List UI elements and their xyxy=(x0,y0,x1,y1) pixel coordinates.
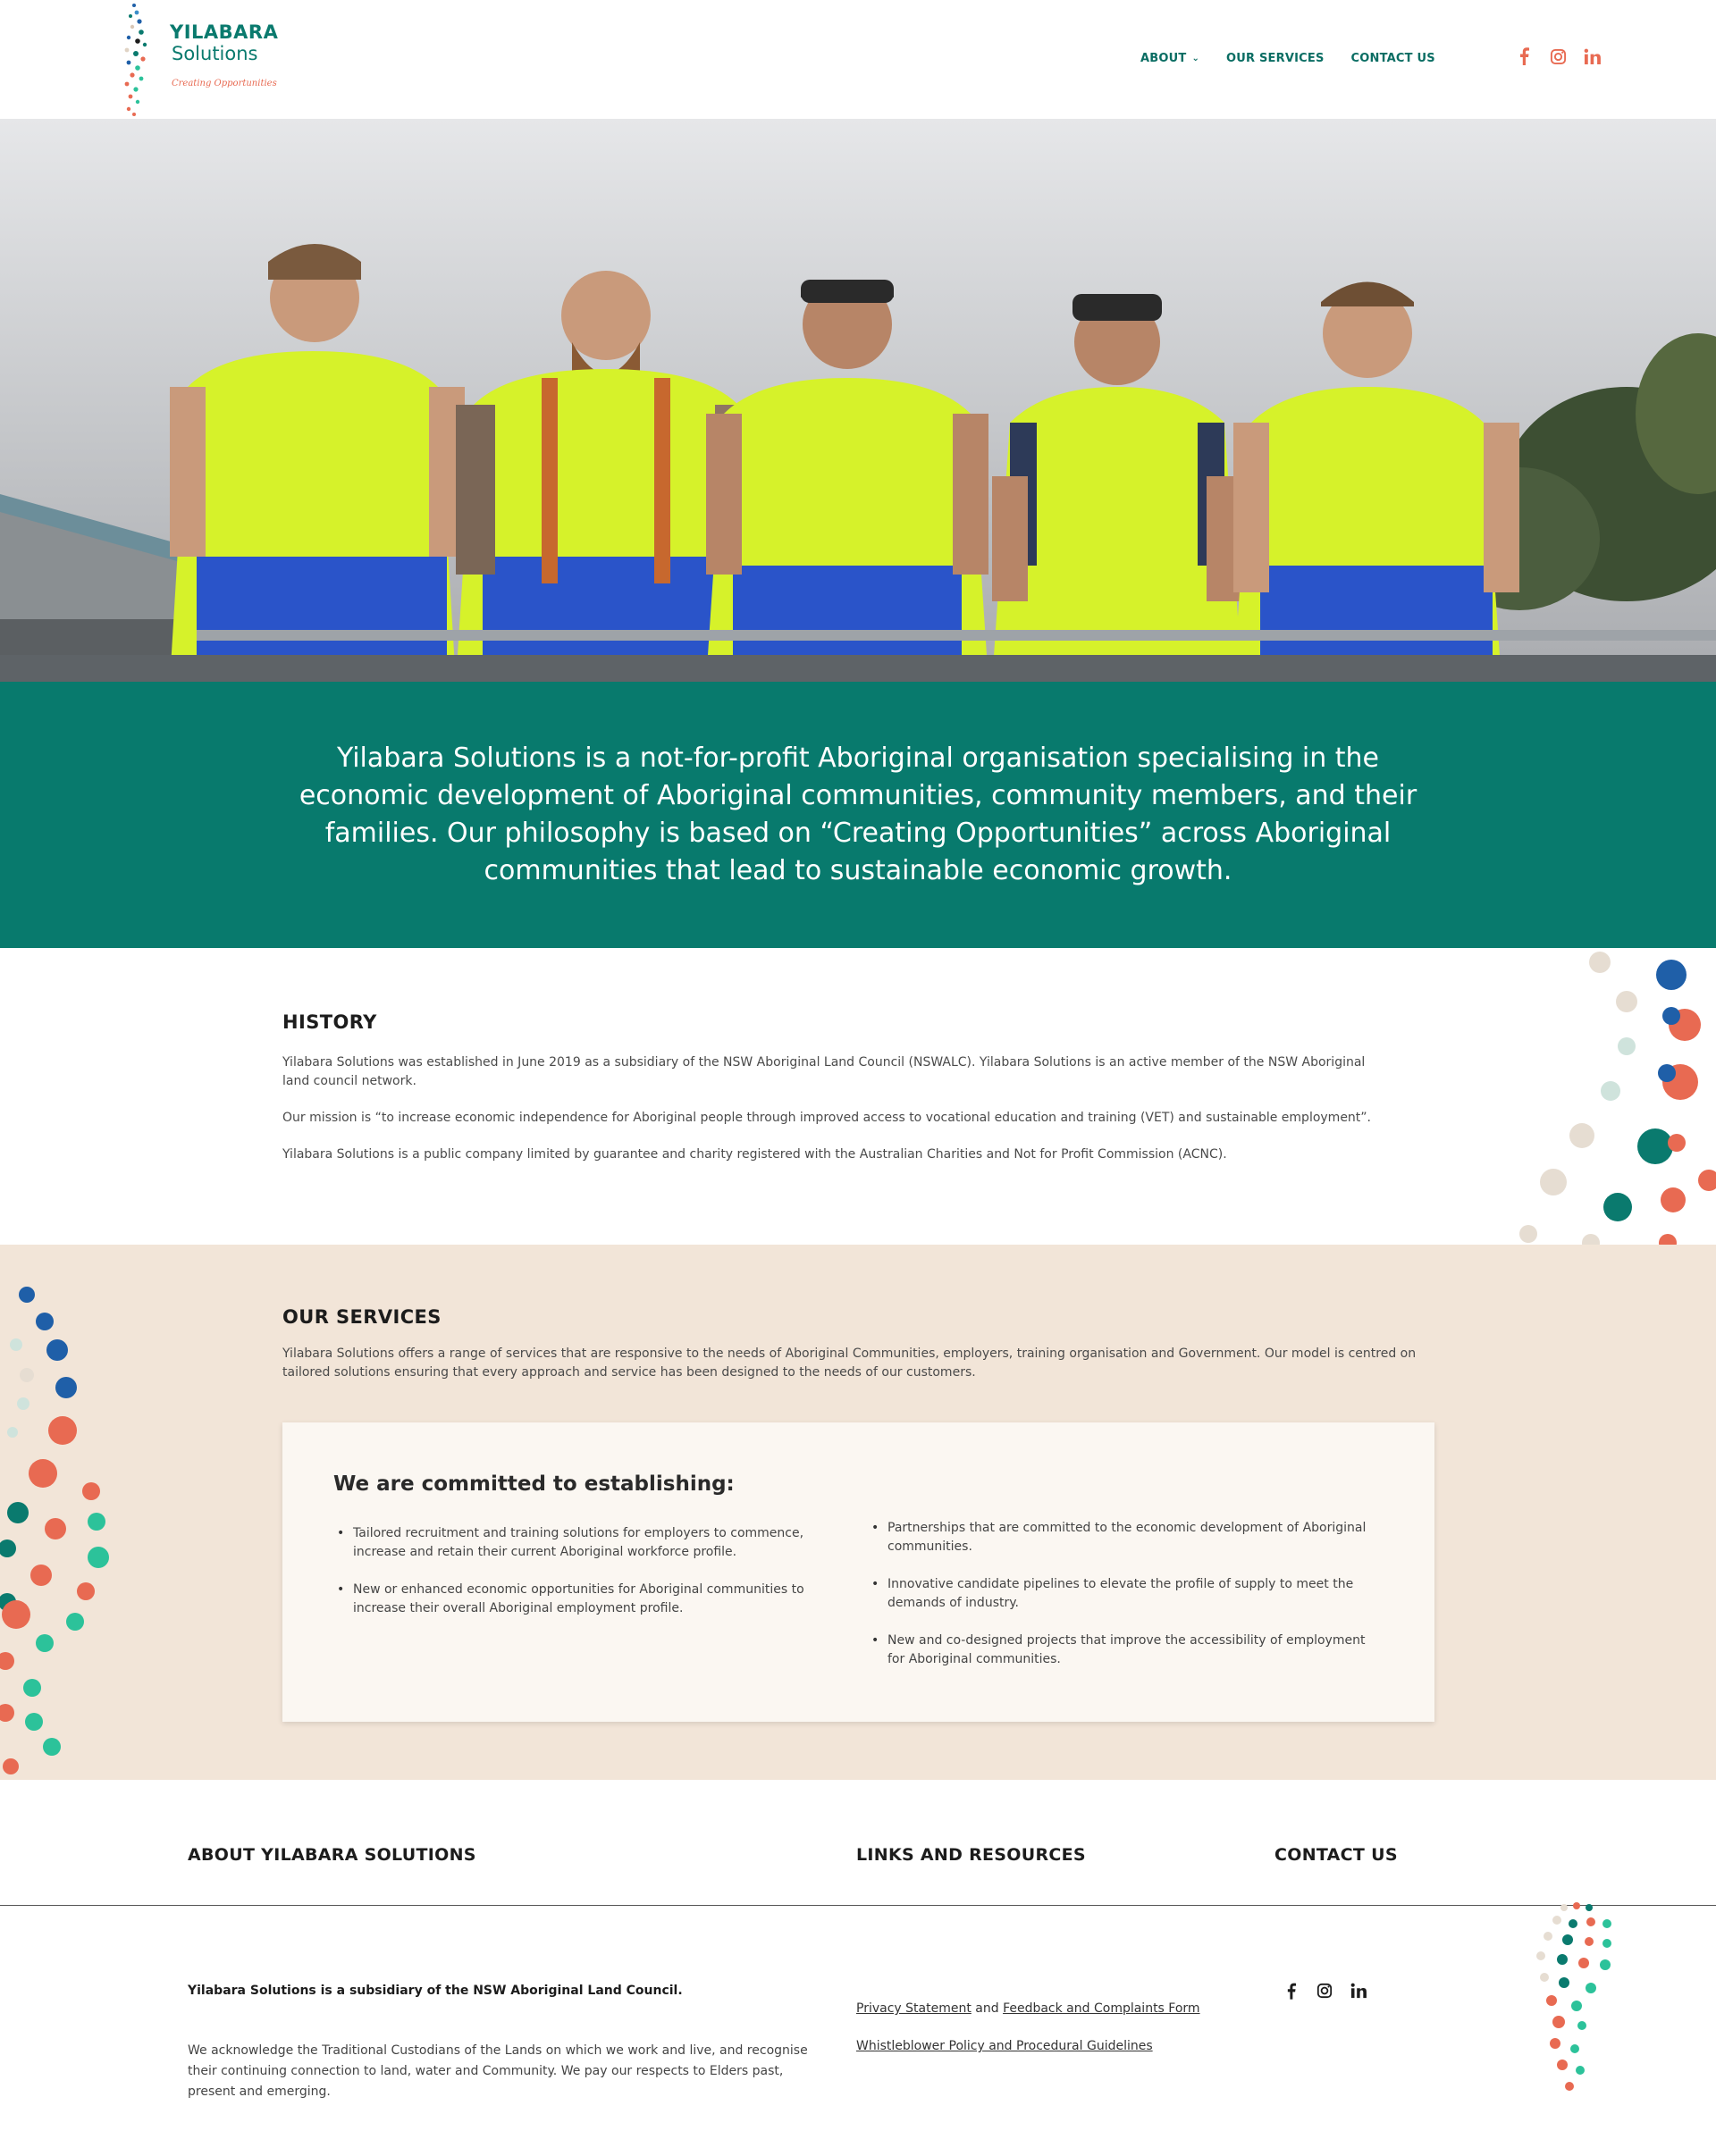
hero-image xyxy=(0,119,1716,682)
list-item: New and co-designed projects that improv… xyxy=(868,1632,1386,1669)
logo-tagline: Creating Opportunities xyxy=(172,79,277,88)
site-logo[interactable]: YILABARA Solutions Creating Opportunitie… xyxy=(114,0,293,119)
privacy-statement-link[interactable]: Privacy Statement xyxy=(856,2001,972,2016)
footer-divider xyxy=(0,1905,1716,1906)
header-social-links xyxy=(1514,46,1602,66)
commitments-list-right: Partnerships that are committed to the e… xyxy=(868,1519,1386,1688)
footer-social-links xyxy=(1282,1982,1367,2000)
facebook-icon[interactable] xyxy=(1514,46,1534,66)
footer-contact-title: CONTACT US xyxy=(1274,1845,1398,1865)
intro-statement: Yilabara Solutions is a not-for-profit A… xyxy=(299,742,1417,886)
commitments-list-left: Tailored recruitment and training soluti… xyxy=(333,1524,834,1637)
hero-illustration-workers xyxy=(0,119,1716,682)
main-nav: ABOUT ⌄ OUR SERVICES CONTACT US xyxy=(1140,52,1435,65)
services-title: OUR SERVICES xyxy=(282,1306,442,1328)
nav-contact-us[interactable]: CONTACT US xyxy=(1351,52,1435,65)
site-footer: ABOUT YILABARA SOLUTIONS LINKS AND RESOU… xyxy=(0,1780,1716,2156)
footer-subsidiary-text: Yilabara Solutions is a subsidiary of th… xyxy=(188,1984,683,1998)
whistleblower-policy-link[interactable]: Whistleblower Policy and Procedural Guid… xyxy=(856,2039,1153,2053)
history-section: HISTORY Yilabara Solutions was establish… xyxy=(0,948,1716,1245)
nav-our-services-label: OUR SERVICES xyxy=(1226,52,1325,65)
list-item: New or enhanced economic opportunities f… xyxy=(333,1581,834,1618)
nav-about[interactable]: ABOUT ⌄ xyxy=(1140,52,1199,65)
footer-acknowledgement: We acknowledge the Traditional Custodian… xyxy=(188,2043,808,2099)
facebook-icon[interactable] xyxy=(1282,1982,1300,2000)
decorative-dots-right xyxy=(1519,952,1716,1245)
list-item: Innovative candidate pipelines to elevat… xyxy=(868,1575,1386,1613)
history-paragraphs: Yilabara Solutions was established in Ju… xyxy=(282,1053,1382,1182)
instagram-icon[interactable] xyxy=(1316,1982,1333,2000)
linkedin-icon[interactable] xyxy=(1350,1982,1367,2000)
history-paragraph: Our mission is “to increase economic ind… xyxy=(282,1111,1371,1125)
logo-subtitle: Solutions xyxy=(172,43,258,64)
commitments-card: We are committed to establishing: Tailor… xyxy=(282,1422,1434,1722)
chevron-down-icon: ⌄ xyxy=(1191,54,1200,63)
history-paragraph: Yilabara Solutions was established in Ju… xyxy=(282,1055,1366,1088)
list-item: Partnerships that are committed to the e… xyxy=(868,1519,1386,1556)
list-item: Tailored recruitment and training soluti… xyxy=(333,1524,834,1562)
commitments-title: We are committed to establishing: xyxy=(333,1472,735,1496)
services-section: OUR SERVICES Yilabara Solutions offers a… xyxy=(0,1245,1716,1780)
footer-links-row-2: Whistleblower Policy and Procedural Guid… xyxy=(856,2039,1153,2053)
site-header: YILABARA Solutions Creating Opportunitie… xyxy=(0,0,1716,119)
footer-links-row-1: Privacy Statement and Feedback and Compl… xyxy=(856,2001,1200,2016)
history-paragraph: Yilabara Solutions is a public company l… xyxy=(282,1147,1227,1162)
nav-our-services[interactable]: OUR SERVICES xyxy=(1226,52,1324,65)
footer-links-title: LINKS AND RESOURCES xyxy=(856,1845,1086,1865)
logo-dots-mark xyxy=(124,4,147,116)
intro-band: Yilabara Solutions is a not-for-profit A… xyxy=(0,682,1716,948)
nav-about-label: ABOUT xyxy=(1140,52,1187,65)
history-title: HISTORY xyxy=(282,1011,377,1033)
services-intro: Yilabara Solutions offers a range of ser… xyxy=(282,1346,1417,1380)
footer-about-title: ABOUT YILABARA SOLUTIONS xyxy=(188,1845,476,1865)
feedback-complaints-link[interactable]: Feedback and Complaints Form xyxy=(1003,2001,1200,2016)
instagram-icon[interactable] xyxy=(1548,46,1568,66)
decorative-dots-left xyxy=(0,1287,109,1774)
and-text: and xyxy=(975,2001,999,2016)
linkedin-icon[interactable] xyxy=(1582,46,1602,66)
logo-title: YILABARA xyxy=(170,21,279,43)
decorative-dots-footer xyxy=(1536,1902,1611,2091)
nav-contact-us-label: CONTACT US xyxy=(1350,52,1435,65)
